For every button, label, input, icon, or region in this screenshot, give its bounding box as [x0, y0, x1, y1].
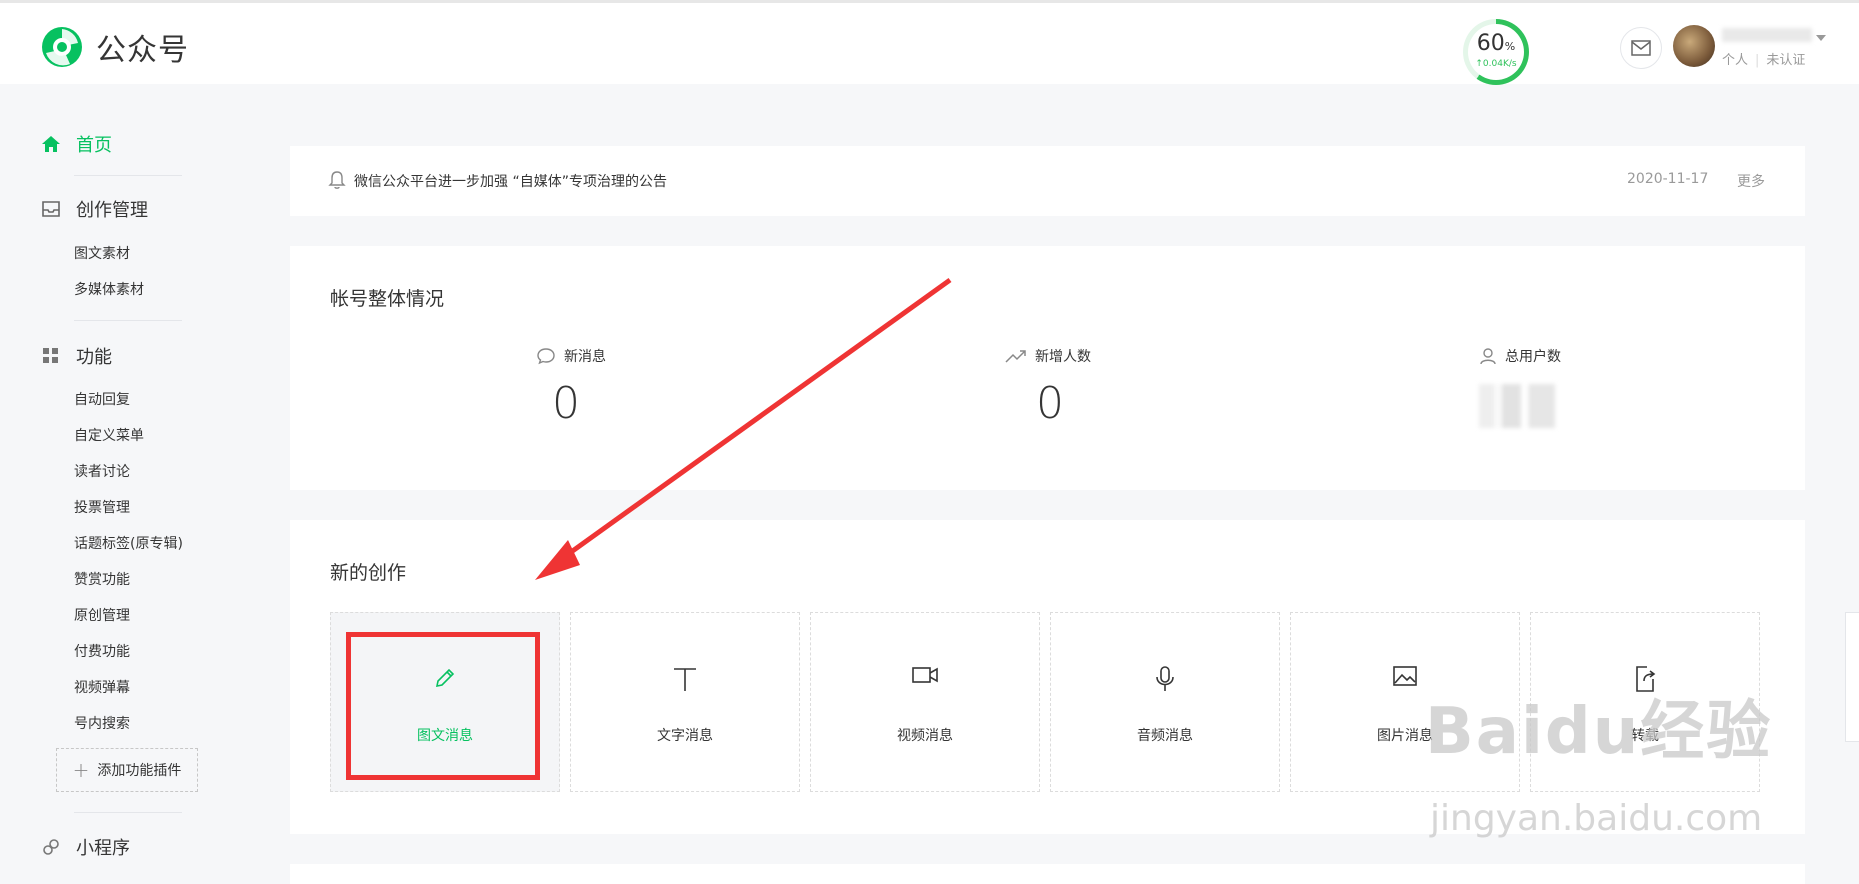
sidebar-sub-item[interactable]: 多媒体素材: [74, 279, 144, 299]
divider: [74, 175, 182, 176]
speed-rate: ↑0.04K/s: [1475, 59, 1517, 69]
sidebar-sub-item[interactable]: 自定义菜单: [74, 425, 144, 445]
sidebar-item-label: 创作管理: [76, 200, 148, 221]
annotation-highlight-box: [346, 632, 540, 780]
notice-date: 2020-11-17: [1627, 171, 1709, 187]
speed-percent: 60: [1476, 31, 1505, 56]
microphone-icon: [1051, 665, 1279, 693]
sidebar-item-label: 小程序: [76, 838, 130, 859]
stat-total-users[interactable]: 总用户数: [1479, 346, 1699, 428]
stat-new-followers[interactable]: 新增人数 0: [1005, 346, 1225, 429]
bell-icon: [328, 171, 346, 189]
sidebar-sub-item[interactable]: 自动回复: [74, 389, 130, 409]
sidebar-sub-item[interactable]: 图文素材: [74, 243, 130, 263]
watermark-url: jingyan.baidu.com: [1430, 798, 1763, 839]
notice-more-link[interactable]: 更多: [1737, 171, 1765, 191]
tile-text-message[interactable]: 文字消息: [570, 612, 800, 792]
sidebar-sub-item[interactable]: 话题标签(原专辑): [74, 533, 183, 553]
stat-label: 新增人数: [1035, 349, 1091, 365]
sidebar-item-features[interactable]: 功能: [40, 343, 112, 369]
sidebar-item-label: 首页: [76, 135, 112, 156]
grid-icon: [40, 345, 62, 367]
divider: [74, 812, 182, 813]
sidebar-item-miniprogram[interactable]: 小程序: [40, 834, 130, 860]
logo[interactable]: 公众号: [40, 25, 189, 69]
tile-audio-message[interactable]: 音频消息: [1050, 612, 1280, 792]
chevron-down-icon[interactable]: [1816, 35, 1826, 41]
tile-label: 文字消息: [657, 728, 713, 744]
brand-name: 公众号: [96, 33, 189, 68]
notice-text[interactable]: 微信公众平台进一步加强 “自媒体”专项治理的公告: [354, 171, 667, 191]
sidebar-item-creation[interactable]: 创作管理: [40, 196, 148, 222]
side-feedback-tab[interactable]: [1845, 612, 1859, 742]
video-camera-icon: [811, 665, 1039, 685]
user-link-personal[interactable]: 个人: [1722, 53, 1748, 68]
tile-video-message[interactable]: 视频消息: [810, 612, 1040, 792]
sidebar-sub-item[interactable]: 读者讨论: [74, 461, 130, 481]
wechat-mp-logo-icon: [42, 27, 82, 67]
section-title: 帐号整体情况: [330, 288, 445, 310]
inbox-icon: [40, 198, 62, 220]
user-icon: [1479, 347, 1497, 365]
notice-bar: 微信公众平台进一步加强 “自媒体”专项治理的公告 2020-11-17 更多: [290, 146, 1805, 216]
tile-label: 视频消息: [897, 728, 953, 744]
plus-icon: +: [72, 758, 90, 782]
trend-up-icon: [1005, 348, 1027, 364]
avatar[interactable]: [1673, 25, 1715, 67]
mail-icon: [1631, 40, 1651, 56]
tile-label: 音频消息: [1137, 728, 1193, 744]
stat-label: 新消息: [564, 349, 606, 365]
account-overview: 帐号整体情况 新消息 0 新增人数 0 总用户数: [290, 246, 1805, 490]
watermark-logo: Baidu经验: [1425, 695, 1773, 769]
sidebar-item-label: 功能: [76, 347, 112, 368]
divider: [74, 320, 182, 321]
sidebar-item-home[interactable]: 首页: [40, 131, 112, 157]
sidebar-sub-item[interactable]: 号内搜索: [74, 713, 130, 733]
text-t-icon: [571, 665, 799, 693]
user-name-redacted: [1722, 28, 1812, 42]
stat-value: 0: [552, 378, 580, 429]
link-icon: [40, 836, 62, 858]
next-card: [290, 864, 1805, 884]
speed-unit: %: [1504, 40, 1516, 53]
user-links: 个人 | 未认证: [1722, 53, 1806, 68]
home-icon: [40, 133, 62, 155]
sidebar-sub-item[interactable]: 视频弹幕: [74, 677, 130, 697]
sidebar-sub-item[interactable]: 原创管理: [74, 605, 130, 625]
sidebar-sub-item[interactable]: 赞赏功能: [74, 569, 130, 589]
top-header: 公众号 60% ↑0.04K/s 个人 | 未认证: [0, 0, 1859, 85]
mail-button[interactable]: [1620, 27, 1662, 69]
sidebar-sub-item[interactable]: 投票管理: [74, 497, 130, 517]
stat-new-messages[interactable]: 新消息 0: [536, 346, 756, 429]
stat-value-redacted: [1479, 384, 1555, 428]
chat-bubble-icon: [536, 347, 556, 365]
section-title: 新的创作: [330, 562, 407, 584]
add-plugin-label: 添加功能插件: [97, 763, 182, 779]
speed-gauge[interactable]: 60% ↑0.04K/s: [1463, 19, 1529, 85]
stat-label: 总用户数: [1505, 349, 1561, 365]
stat-value: 0: [1036, 378, 1064, 429]
add-plugin-button[interactable]: + 添加功能插件: [56, 748, 198, 792]
sidebar-sub-item[interactable]: 付费功能: [74, 641, 130, 661]
user-link-verify[interactable]: 未认证: [1766, 53, 1805, 68]
